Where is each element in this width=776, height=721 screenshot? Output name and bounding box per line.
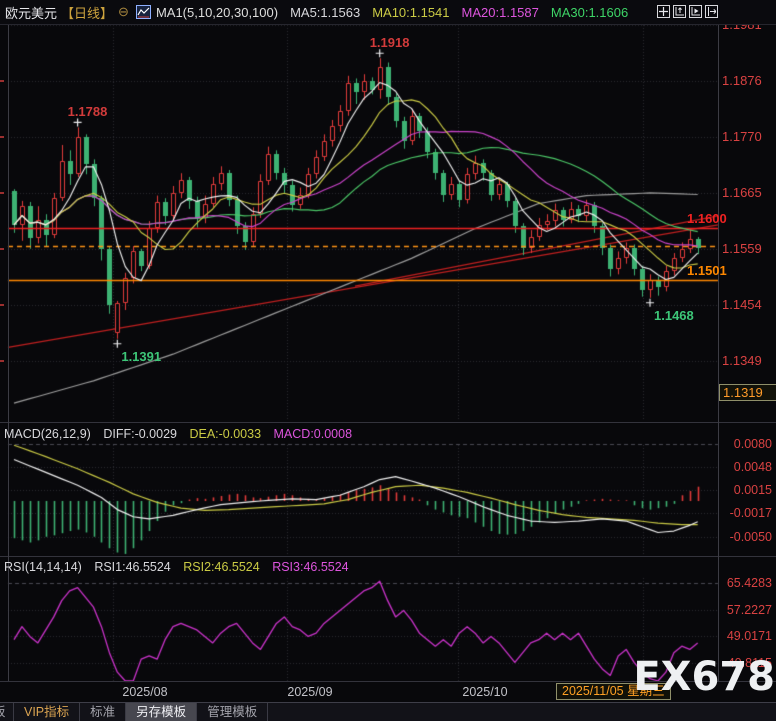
rsi-axis-label: 65.4283 (727, 576, 772, 590)
right-axis-line (718, 25, 719, 681)
extreme-price-label: 1.1468 (654, 308, 694, 323)
ma5-value: MA5:1.1563 (290, 5, 360, 20)
left-axis-tick (0, 136, 4, 138)
price-line-label: 1.1501 (687, 263, 727, 278)
left-axis-tick (0, 192, 4, 194)
x-axis-label: 2025/09 (280, 685, 340, 699)
left-axis-line (8, 25, 9, 681)
tab-vip-indicators[interactable]: VIP指标 (14, 703, 80, 721)
ma-settings-label: MA1(5,10,20,30,100) (156, 5, 278, 20)
rsi-axis-label: 49.0171 (727, 629, 772, 643)
price-line-label: 1.1600 (687, 211, 727, 226)
extreme-price-label: 1.1391 (121, 349, 161, 364)
macd-dea-value: DEA:-0.0033 (189, 427, 261, 441)
crosshair-tool-icon[interactable] (657, 5, 670, 18)
trading-app: 欧元美元 【日线】 ⊖ MA1(5,10,20,30,100) MA5:1.15… (0, 0, 776, 721)
rsi-header: RSI(14,14,14) RSI1:46.5524 RSI2:46.5524 … (4, 560, 358, 574)
macd-axis-label: 0.0048 (734, 460, 772, 474)
collapse-icon[interactable]: ⊖ (118, 4, 129, 20)
ma10-value: MA10:1.1541 (372, 5, 449, 20)
scale-up-icon[interactable] (673, 5, 686, 18)
price-axis-label: 1.1559 (722, 241, 776, 256)
ma30-value: MA30:1.1606 (551, 5, 628, 20)
macd-diff-value: DIFF:-0.0029 (103, 427, 177, 441)
tab-standard[interactable]: 标准 (80, 703, 126, 721)
price-axis-label: 1.1454 (722, 297, 776, 312)
macd-axis-label: 0.0080 (734, 437, 772, 451)
rsi3-value: RSI3:46.5524 (272, 560, 348, 574)
price-axis-label: 1.1770 (722, 129, 776, 144)
chart-toolbar (657, 5, 718, 18)
ma20-value: MA20:1.1587 (462, 5, 539, 20)
template-tab-bar: 板 VIP指标 标准 另存模板 管理模板 (0, 702, 776, 721)
chart-type-icon[interactable] (136, 5, 151, 19)
macd-header: MACD(26,12,9) DIFF:-0.0029 DEA:-0.0033 M… (4, 427, 361, 441)
price-axis-label: 1.1349 (722, 353, 776, 368)
left-axis-tick (0, 248, 4, 250)
pan-right-icon[interactable] (705, 5, 718, 18)
extreme-price-label: 1.1788 (68, 104, 108, 119)
axis-price-box: 1.1319 (719, 384, 776, 401)
rsi-axis-label: 57.2227 (727, 603, 772, 617)
playback-icon[interactable] (689, 5, 702, 18)
price-axis-label: 1.1665 (722, 185, 776, 200)
symbol-title: 欧元美元 (5, 3, 57, 22)
left-axis-tick (0, 80, 4, 82)
rsi1-value: RSI1:46.5524 (94, 560, 170, 574)
x-axis-label: 2025/10 (455, 685, 515, 699)
panel-separator[interactable] (0, 556, 776, 557)
timeframe-label[interactable]: 【日线】 (61, 3, 113, 22)
tab-save-template[interactable]: 另存模板 (126, 703, 197, 721)
macd-axis-label: -0.0050 (730, 530, 772, 544)
macd-hist-value: MACD:0.0008 (274, 427, 353, 441)
macd-axis-label: -0.0017 (730, 506, 772, 520)
macd-axis-label: 0.0015 (734, 483, 772, 497)
chart-canvas[interactable] (0, 0, 776, 721)
x-axis-label: 2025/08 (115, 685, 175, 699)
watermark: EX678 (633, 654, 775, 700)
rsi-title: RSI(14,14,14) (4, 560, 82, 574)
extreme-price-label: 1.1918 (370, 35, 410, 50)
left-axis-tick (0, 360, 4, 362)
rsi2-value: RSI2:46.5524 (183, 560, 259, 574)
price-axis-label: 1.1876 (722, 73, 776, 88)
macd-title: MACD(26,12,9) (4, 427, 91, 441)
tab-partial[interactable]: 板 (0, 703, 14, 721)
tab-manage-template[interactable]: 管理模板 (197, 703, 268, 721)
panel-separator[interactable] (0, 422, 776, 423)
left-axis-tick (0, 304, 4, 306)
